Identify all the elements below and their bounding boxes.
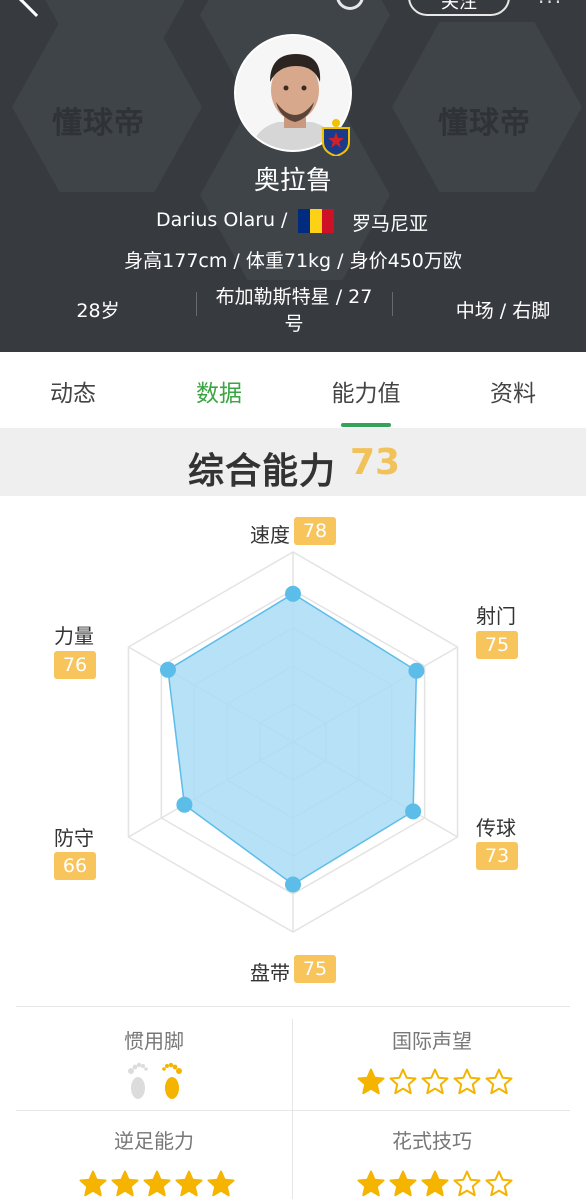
attr-value-defending: 66 [54, 852, 96, 880]
flag-stripe [310, 209, 322, 233]
identity-line: Darius Olaru / 罗马尼亚 [0, 207, 586, 237]
tab-profile[interactable]: 资料 [440, 374, 586, 408]
radar-point [405, 803, 422, 820]
club-number-line2: 号 [284, 313, 304, 335]
back-icon[interactable] [19, 0, 53, 17]
star-empty-icon [485, 1170, 513, 1197]
nationality: 罗马尼亚 [352, 213, 429, 235]
star-empty-icon [389, 1068, 417, 1095]
player-stats-row: 28岁 布加勒斯特星 / 27 号 中场 / 右脚 [0, 282, 586, 342]
star-filled-icon [357, 1068, 385, 1095]
left-foot-icon [128, 1062, 148, 1099]
star-filled-icon [421, 1170, 449, 1197]
preferred-foot-icons [126, 1061, 184, 1101]
player-header: 懂球帝 懂球帝 关注 ··· 奥拉鲁 Darius Olaru / 罗马尼亚 身… [0, 0, 586, 352]
attr-label-dribbling: 盘带 [250, 961, 290, 985]
attr-label-passing: 传球 [476, 816, 516, 840]
player-name: 奥拉鲁 [253, 166, 332, 196]
separator: / [281, 209, 288, 231]
attr-value-passing: 73 [476, 842, 518, 870]
tab-news[interactable]: 动态 [0, 374, 146, 408]
radar-point [176, 796, 193, 813]
traits-grid: 惯用脚 国际声望 逆足能力 花式技巧 [16, 1006, 570, 1203]
preferred-foot-label: 惯用脚 [124, 1029, 184, 1053]
star-filled-icon [175, 1170, 203, 1197]
divider [196, 292, 197, 316]
follow-button[interactable]: 关注 [408, 0, 510, 16]
star-filled-icon [389, 1170, 417, 1197]
hexagon-decoration [20, 0, 210, 40]
star-filled-icon [207, 1170, 235, 1197]
divider [292, 1019, 293, 1199]
attr-label-defending: 防守 [54, 826, 94, 850]
star-filled-icon [357, 1170, 385, 1197]
skill-moves-stars [356, 1169, 514, 1199]
more-icon[interactable]: ··· [538, 0, 563, 14]
star-empty-icon [485, 1068, 513, 1095]
star-empty-icon [453, 1068, 481, 1095]
star-empty-icon [421, 1068, 449, 1095]
watermark-right: 懂球帝 [438, 106, 531, 141]
tab-bar: 动态 数据 能力值 资料 [0, 352, 586, 428]
skill-moves-label: 花式技巧 [392, 1129, 472, 1153]
radar-chart [127, 551, 459, 933]
divider [16, 1110, 570, 1111]
attr-value-dribbling: 75 [294, 955, 336, 983]
overall-label: 综合能力 [188, 451, 337, 492]
star-empty-icon [453, 1170, 481, 1197]
tab-ability[interactable]: 能力值 [293, 374, 439, 408]
radar-point [285, 876, 301, 893]
right-foot-icon [162, 1062, 182, 1099]
star-filled-icon [143, 1170, 171, 1197]
player-age: 28岁 [76, 300, 120, 322]
star-filled-icon [111, 1170, 139, 1197]
tab-indicator [341, 423, 391, 427]
radar-point [159, 661, 176, 678]
attr-value-shooting: 75 [476, 631, 518, 659]
body-info: 身高177cm / 体重71kg / 身价450万欧 [124, 250, 462, 272]
attr-value-strength: 76 [54, 651, 96, 679]
club-number-line1: 布加勒斯特星 / 27 [215, 286, 373, 308]
overall-value: 73 [350, 442, 401, 483]
attr-value-speed: 78 [294, 517, 336, 545]
ability-radar: 速度 78 射门 75 传球 73 盘带 75 防守 66 力量 76 [0, 500, 586, 1000]
reputation-stars [356, 1067, 514, 1097]
weak-foot-stars [78, 1169, 236, 1199]
tab-data[interactable]: 数据 [146, 374, 292, 408]
flag-stripe [298, 209, 310, 233]
attr-label-speed: 速度 [250, 523, 290, 547]
flag-stripe [322, 209, 334, 233]
english-name: Darius Olaru [156, 209, 276, 231]
divider [392, 292, 393, 316]
club-badge-icon [322, 119, 350, 156]
overall-banner: 综合能力 73 [0, 428, 586, 496]
radar-value-area [167, 592, 418, 886]
radar-point [408, 662, 425, 679]
attr-label-shooting: 射门 [476, 604, 516, 628]
club-number: 布加勒斯特星 / 27 号 [196, 282, 392, 336]
attr-label-strength: 力量 [54, 624, 94, 648]
weak-foot-label: 逆足能力 [114, 1129, 194, 1153]
player-position: 中场 / 右脚 [455, 300, 551, 322]
radar-point [285, 585, 301, 602]
watermark-left: 懂球帝 [52, 106, 145, 141]
reputation-label: 国际声望 [392, 1029, 472, 1053]
star-filled-icon [79, 1170, 107, 1197]
romania-flag-icon [298, 209, 334, 233]
